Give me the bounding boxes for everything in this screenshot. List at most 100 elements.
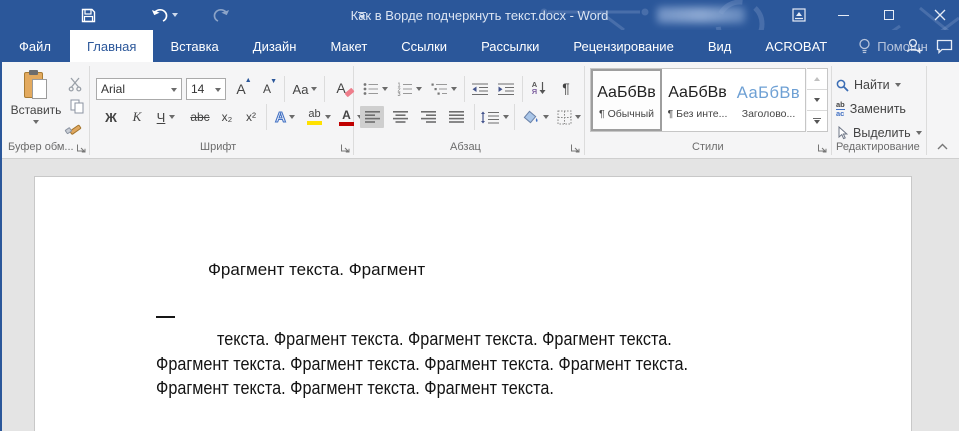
tab-home[interactable]: Главная: [70, 30, 153, 62]
clear-formatting-button[interactable]: А: [328, 76, 354, 100]
tab-insert[interactable]: Вставка: [153, 30, 235, 62]
show-paragraph-marks-button[interactable]: ¶: [556, 76, 576, 100]
decrease-indent-button[interactable]: [468, 78, 492, 100]
borders-button[interactable]: [554, 106, 584, 128]
tab-mailings[interactable]: Рассылки: [464, 30, 556, 62]
underline-button[interactable]: Ч: [150, 106, 182, 128]
tab-file[interactable]: Файл: [0, 30, 70, 62]
document-line[interactable]: Фрагмент текста. Фрагмент текста. Фрагме…: [156, 378, 554, 399]
underline-dropdown-arrow[interactable]: [169, 115, 175, 119]
align-left-button[interactable]: [360, 106, 384, 128]
copy-button[interactable]: [66, 96, 88, 116]
find-button[interactable]: Найти: [836, 74, 936, 96]
window-title: Как в Ворде подчеркнуть текст.docx - Wor…: [351, 8, 609, 23]
chevron-up-icon: [937, 143, 948, 150]
styles-more-icon: [813, 118, 821, 124]
change-case-button[interactable]: Aa: [290, 78, 320, 100]
style-preview: АаБбВв: [668, 80, 727, 106]
dialog-launcher-icon: [340, 143, 351, 154]
format-painter-button[interactable]: [60, 118, 86, 138]
styles-scroll-down-button[interactable]: [807, 90, 827, 111]
redo-button[interactable]: [208, 4, 232, 26]
grow-font-button[interactable]: А▲: [230, 78, 252, 100]
save-button[interactable]: [76, 4, 100, 26]
paragraph-group-label: Абзац: [450, 141, 481, 153]
tab-references[interactable]: Ссылки: [384, 30, 464, 62]
styles-more-button[interactable]: [807, 111, 827, 131]
document-paragraph-1[interactable]: Фрагмент текста. Фрагмент: [208, 260, 425, 280]
share-signin-button[interactable]: [899, 30, 929, 62]
collapse-ribbon-button[interactable]: [932, 138, 952, 154]
align-right-icon: [421, 111, 436, 123]
paste-dropdown-arrow[interactable]: [33, 120, 39, 124]
document-line[interactable]: Фрагмент текста. Фрагмент текста. Фрагме…: [156, 354, 688, 375]
maximize-button[interactable]: [872, 0, 906, 30]
justify-icon: [449, 111, 464, 123]
find-dropdown-arrow[interactable]: [895, 83, 901, 87]
select-dropdown-arrow[interactable]: [916, 131, 922, 135]
superscript-button[interactable]: x²: [240, 106, 262, 128]
font-name-dropdown-arrow[interactable]: [171, 88, 177, 92]
font-size-dropdown-arrow[interactable]: [215, 88, 221, 92]
font-size-combo[interactable]: 14: [186, 78, 226, 100]
underline-icon: Ч: [157, 110, 166, 125]
tab-view[interactable]: Вид: [691, 30, 749, 62]
align-center-button[interactable]: [388, 106, 412, 128]
highlight-color-button[interactable]: ab: [302, 106, 336, 128]
lightbulb-icon: [858, 38, 871, 55]
font-name-combo[interactable]: Arial: [96, 78, 182, 100]
font-color-icon: А: [339, 109, 354, 126]
bullets-button[interactable]: [360, 78, 390, 100]
strikethrough-button[interactable]: abc: [186, 106, 214, 128]
sort-button[interactable]: А Я: [526, 76, 552, 100]
style-no-spacing[interactable]: АаБбВв ¶ Без инте...: [662, 69, 733, 131]
increase-indent-button[interactable]: [494, 78, 518, 100]
cut-button[interactable]: [64, 74, 86, 94]
replace-button[interactable]: abac Заменить: [836, 98, 936, 120]
justify-button[interactable]: [444, 106, 468, 128]
subscript-button[interactable]: x₂: [216, 106, 238, 128]
italic-button[interactable]: К: [126, 106, 148, 128]
style-heading1[interactable]: АаБбВв Заголово...: [733, 69, 804, 131]
style-normal[interactable]: АаБбВв ¶ Обычный: [591, 69, 662, 131]
document-line[interactable]: текста. Фрагмент текста. Фрагмент текста…: [217, 329, 672, 350]
align-center-icon: [393, 111, 408, 123]
close-button[interactable]: [920, 0, 959, 30]
styles-dialog-launcher[interactable]: [817, 143, 828, 154]
ribbon-tab-bar: Файл Главная Вставка Дизайн Макет Ссылки…: [0, 30, 959, 62]
tab-design[interactable]: Дизайн: [236, 30, 314, 62]
clipboard-dialog-launcher[interactable]: [76, 143, 87, 154]
tab-acrobat[interactable]: ACROBAT: [748, 30, 844, 62]
paragraph-dialog-launcher[interactable]: [570, 143, 581, 154]
word-window: Как в Ворде подчеркнуть текст.docx - Wor…: [0, 0, 959, 431]
shading-icon: [522, 110, 540, 125]
line-spacing-button[interactable]: [478, 106, 510, 128]
bullets-icon: [363, 82, 379, 96]
tab-review[interactable]: Рецензирование: [556, 30, 690, 62]
document-page[interactable]: Фрагмент текста. Фрагмент текста. Фрагме…: [34, 176, 912, 431]
undo-dropdown-arrow[interactable]: [172, 13, 178, 17]
ribbon-display-options-icon: [792, 8, 806, 22]
font-dialog-launcher[interactable]: [340, 143, 351, 154]
paste-button[interactable]: Вставить: [10, 66, 62, 142]
dialog-launcher-icon: [76, 143, 87, 154]
shading-button[interactable]: [518, 106, 552, 128]
style-preview: АаБбВв: [597, 80, 656, 106]
minimize-button[interactable]: [826, 0, 860, 30]
align-right-button[interactable]: [416, 106, 440, 128]
bold-button[interactable]: Ж: [100, 106, 122, 128]
undo-button[interactable]: [148, 4, 182, 26]
multilevel-list-button[interactable]: [428, 78, 460, 100]
numbering-button[interactable]: 123: [394, 78, 424, 100]
comments-button[interactable]: [929, 30, 959, 62]
tab-layout[interactable]: Макет: [313, 30, 384, 62]
ribbon-display-options-button[interactable]: [782, 0, 816, 30]
editing-group-label: Редактирование: [836, 141, 920, 153]
styles-scroll-up-button[interactable]: [807, 69, 827, 90]
format-painter-icon: [64, 120, 82, 136]
shrink-font-button[interactable]: А▼: [256, 78, 278, 100]
text-effects-button[interactable]: А: [270, 106, 300, 128]
font-group-label: Шрифт: [200, 141, 236, 153]
styles-group-label: Стили: [692, 141, 724, 153]
font-name-value: Arial: [101, 82, 125, 96]
